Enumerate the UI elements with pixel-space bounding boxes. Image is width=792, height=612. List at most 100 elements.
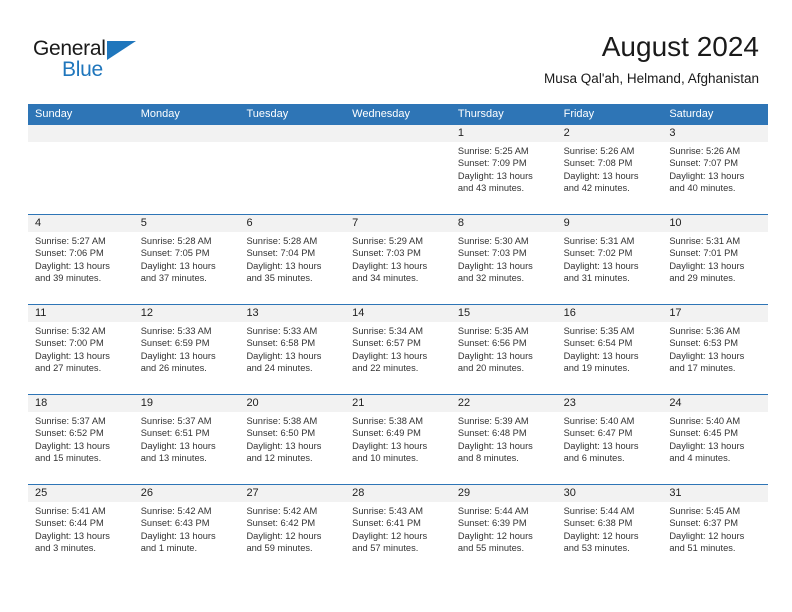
day-info-line: Sunset: 6:56 PM	[457, 338, 527, 349]
day-cell-21[interactable]: Sunrise: 5:38 AM Sunset: 6:49 PM Daylight:…	[345, 412, 451, 484]
day-cell-27[interactable]: Sunrise: 5:42 AM Sunset: 6:42 PM Daylight:…	[239, 502, 345, 574]
day-cell-30[interactable]: Sunrise: 5:44 AM Sunset: 6:38 PM Daylight:…	[557, 502, 663, 574]
day-cell-3[interactable]: Sunrise: 5:26 AM Sunset: 7:07 PM Daylight:…	[662, 142, 768, 214]
day-cell-empty	[345, 142, 451, 214]
day-cell-18[interactable]: Sunrise: 5:37 AM Sunset: 6:52 PM Daylight:…	[28, 412, 134, 484]
day-info-line: and 32 minutes.	[457, 272, 525, 283]
day-info-line: Sunset: 6:38 PM	[563, 518, 633, 529]
day-number-13[interactable]: 13	[239, 305, 345, 322]
weekday-header-friday: Friday	[563, 108, 595, 120]
day-info-line: and 4 minutes.	[669, 452, 731, 463]
day-info-line: Sunset: 6:47 PM	[563, 428, 633, 439]
day-cell-9[interactable]: Sunrise: 5:31 AM Sunset: 7:02 PM Daylight:…	[557, 232, 663, 304]
week-daynumber-band: 25 26 27 28 29 30 31	[28, 485, 768, 502]
day-number-26[interactable]: 26	[134, 485, 240, 502]
day-info-line: Sunrise: 5:30 AM	[457, 236, 529, 246]
day-cell-24[interactable]: Sunrise: 5:40 AM Sunset: 6:45 PM Daylight:…	[662, 412, 768, 484]
day-number-24[interactable]: 24	[662, 395, 768, 412]
day-info-line: Sunset: 6:48 PM	[457, 428, 527, 439]
day-number-9[interactable]: 9	[557, 215, 663, 232]
calendar-grid: Sunday Monday Tuesday Wednesday Thursday…	[28, 104, 768, 574]
day-cell-2[interactable]: Sunrise: 5:26 AM Sunset: 7:08 PM Daylight:…	[557, 142, 663, 214]
day-info-line: Sunset: 6:37 PM	[669, 518, 739, 529]
day-number-10[interactable]: 10	[662, 215, 768, 232]
day-cell-20[interactable]: Sunrise: 5:38 AM Sunset: 6:50 PM Daylight:…	[239, 412, 345, 484]
day-number-28[interactable]: 28	[345, 485, 451, 502]
page-header: General Blue August 2024 Musa Qal'ah, He…	[0, 0, 792, 104]
day-number-15[interactable]: 15	[451, 305, 557, 322]
day-cell-empty	[239, 142, 345, 214]
day-info-line: Sunrise: 5:38 AM	[352, 416, 423, 426]
day-cell-5[interactable]: Sunrise: 5:28 AM Sunset: 7:05 PM Daylight:…	[134, 232, 240, 304]
day-number-6[interactable]: 6	[239, 215, 345, 232]
day-number-22[interactable]: 22	[451, 395, 557, 412]
day-info-line: Sunset: 7:01 PM	[669, 248, 739, 259]
day-info-line: Sunset: 6:50 PM	[246, 428, 316, 439]
day-number-29[interactable]: 29	[451, 485, 557, 502]
day-info-line: Sunrise: 5:34 AM	[352, 326, 423, 336]
day-number-12[interactable]: 12	[134, 305, 240, 322]
day-info-line: Sunset: 7:03 PM	[457, 248, 527, 259]
day-number-2[interactable]: 2	[557, 125, 663, 142]
week-detail-band: Sunrise: 5:27 AM Sunset: 7:06 PM Daylight:…	[28, 232, 768, 304]
day-number-25[interactable]: 25	[28, 485, 134, 502]
day-number-18[interactable]: 18	[28, 395, 134, 412]
day-cell-empty	[28, 142, 134, 214]
day-info-line: Sunset: 7:02 PM	[563, 248, 633, 259]
day-cell-16[interactable]: Sunrise: 5:35 AM Sunset: 6:54 PM Daylight:…	[557, 322, 663, 394]
day-info-line: Daylight: 12 hours	[563, 530, 639, 541]
week-daynumber-band: 123	[28, 125, 768, 142]
day-number-14[interactable]: 14	[345, 305, 451, 322]
day-info-line: Sunrise: 5:36 AM	[669, 326, 741, 336]
day-number-27[interactable]: 27	[239, 485, 345, 502]
day-info-line: Sunrise: 5:42 AM	[140, 506, 212, 516]
day-info-line: Sunrise: 5:28 AM	[140, 236, 212, 246]
day-cell-10[interactable]: Sunrise: 5:31 AM Sunset: 7:01 PM Daylight:…	[662, 232, 768, 304]
day-cell-15[interactable]: Sunrise: 5:35 AM Sunset: 6:56 PM Daylight:…	[451, 322, 557, 394]
day-number-11[interactable]: 11	[28, 305, 134, 322]
day-cell-8[interactable]: Sunrise: 5:30 AM Sunset: 7:03 PM Daylight:…	[451, 232, 557, 304]
day-number-1[interactable]: 1	[451, 125, 557, 142]
weekday-header-saturday: Saturday	[669, 108, 714, 120]
general-blue-logo[interactable]: General Blue	[33, 38, 143, 84]
day-info-line: Daylight: 13 hours	[457, 170, 533, 181]
day-number-16[interactable]: 16	[557, 305, 663, 322]
day-cell-6[interactable]: Sunrise: 5:28 AM Sunset: 7:04 PM Daylight:…	[239, 232, 345, 304]
day-cell-12[interactable]: Sunrise: 5:33 AM Sunset: 6:59 PM Daylight:…	[134, 322, 240, 394]
day-number-23[interactable]: 23	[557, 395, 663, 412]
day-info-line: Sunrise: 5:26 AM	[563, 146, 635, 156]
day-number-20[interactable]: 20	[239, 395, 345, 412]
day-info-line: Sunrise: 5:29 AM	[352, 236, 423, 246]
day-cell-1[interactable]: Sunrise: 5:25 AM Sunset: 7:09 PM Daylight:…	[451, 142, 557, 214]
day-info-line: Sunset: 6:53 PM	[669, 338, 739, 349]
day-number-8[interactable]: 8	[451, 215, 557, 232]
day-cell-26[interactable]: Sunrise: 5:42 AM Sunset: 6:43 PM Daylight:…	[134, 502, 240, 574]
day-cell-4[interactable]: Sunrise: 5:27 AM Sunset: 7:06 PM Daylight:…	[28, 232, 134, 304]
day-cell-13[interactable]: Sunrise: 5:33 AM Sunset: 6:58 PM Daylight:…	[239, 322, 345, 394]
day-cell-17[interactable]: Sunrise: 5:36 AM Sunset: 6:53 PM Daylight:…	[662, 322, 768, 394]
day-cell-28[interactable]: Sunrise: 5:43 AM Sunset: 6:41 PM Daylight:…	[345, 502, 451, 574]
day-number-31[interactable]: 31	[662, 485, 768, 502]
day-cell-22[interactable]: Sunrise: 5:39 AM Sunset: 6:48 PM Daylight:…	[451, 412, 557, 484]
day-cell-19[interactable]: Sunrise: 5:37 AM Sunset: 6:51 PM Daylight:…	[134, 412, 240, 484]
day-cell-7[interactable]: Sunrise: 5:29 AM Sunset: 7:03 PM Daylight:…	[345, 232, 451, 304]
day-info-line: and 10 minutes.	[352, 452, 419, 463]
day-info-line: and 53 minutes.	[563, 542, 630, 553]
day-number-30[interactable]: 30	[557, 485, 663, 502]
day-cell-31[interactable]: Sunrise: 5:45 AM Sunset: 6:37 PM Daylight:…	[662, 502, 768, 574]
day-number-21[interactable]: 21	[345, 395, 451, 412]
day-cell-14[interactable]: Sunrise: 5:34 AM Sunset: 6:57 PM Daylight:…	[345, 322, 451, 394]
day-cell-29[interactable]: Sunrise: 5:44 AM Sunset: 6:39 PM Daylight:…	[451, 502, 557, 574]
day-number-7[interactable]: 7	[345, 215, 451, 232]
day-number-19[interactable]: 19	[134, 395, 240, 412]
day-info-line: and 13 minutes.	[140, 452, 207, 463]
day-number-4[interactable]: 4	[28, 215, 134, 232]
day-cell-23[interactable]: Sunrise: 5:40 AM Sunset: 6:47 PM Daylight:…	[557, 412, 663, 484]
day-number-5[interactable]: 5	[134, 215, 240, 232]
day-cell-11[interactable]: Sunrise: 5:32 AM Sunset: 7:00 PM Daylight:…	[28, 322, 134, 394]
day-info-line: Sunset: 7:08 PM	[563, 158, 633, 169]
day-info-line: and 42 minutes.	[563, 182, 630, 193]
day-cell-25[interactable]: Sunrise: 5:41 AM Sunset: 6:44 PM Daylight:…	[28, 502, 134, 574]
day-number-17[interactable]: 17	[662, 305, 768, 322]
day-number-3[interactable]: 3	[662, 125, 768, 142]
